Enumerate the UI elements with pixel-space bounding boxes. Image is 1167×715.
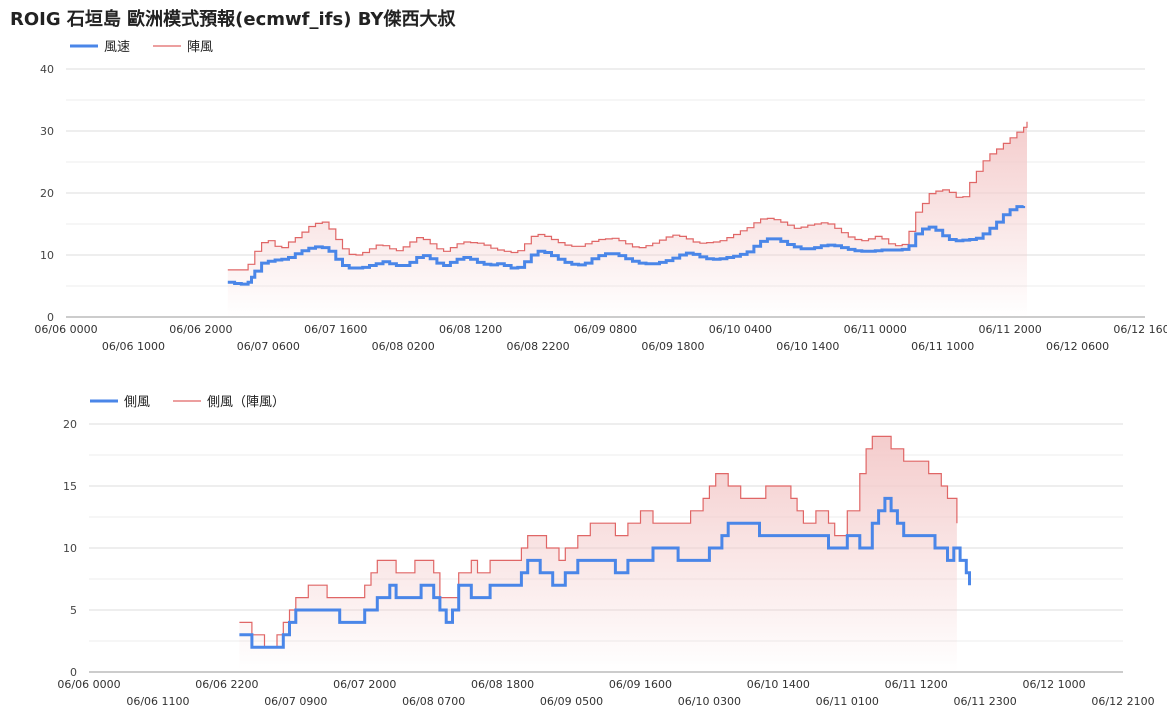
x-tick-label: 06/09 1800 bbox=[641, 340, 704, 353]
x-tick-label: 06/12 1600 bbox=[1113, 323, 1167, 336]
y-tick-label: 5 bbox=[70, 604, 77, 617]
x-tick-label: 06/09 1600 bbox=[609, 678, 672, 691]
x-tick-label: 06/06 1000 bbox=[102, 340, 165, 353]
legend-label: 側風（陣風） bbox=[207, 395, 285, 410]
x-tick-label: 06/08 1200 bbox=[439, 323, 502, 336]
x-tick-label: 06/10 1400 bbox=[747, 678, 810, 691]
x-tick-label: 06/12 0600 bbox=[1046, 340, 1109, 353]
gust-area bbox=[227, 121, 1028, 317]
x-tick-label: 06/11 0100 bbox=[816, 695, 879, 708]
wind-speed-chart: 風速 陣風01020304006/06 000006/06 100006/06 2… bbox=[34, 40, 1167, 353]
legend-item-gust[interactable]: 側風（陣風） bbox=[173, 395, 285, 410]
legend-item-gust[interactable]: 陣風 bbox=[153, 40, 213, 55]
x-tick-label: 06/08 2200 bbox=[506, 340, 569, 353]
x-tick-label: 06/12 1000 bbox=[1022, 678, 1085, 691]
x-tick-label: 06/08 0700 bbox=[402, 695, 465, 708]
x-tick-label: 06/09 0800 bbox=[574, 323, 637, 336]
legend-label: 陣風 bbox=[187, 40, 213, 55]
x-tick-label: 06/11 2000 bbox=[979, 323, 1042, 336]
y-tick-label: 15 bbox=[63, 480, 77, 493]
x-tick-label: 06/06 1100 bbox=[126, 695, 189, 708]
legend-label: 風速 bbox=[104, 40, 130, 55]
legend-item-primary[interactable]: 風速 bbox=[70, 40, 130, 55]
x-tick-label: 06/11 1200 bbox=[885, 678, 948, 691]
x-tick-label: 06/07 0600 bbox=[237, 340, 300, 353]
y-tick-label: 40 bbox=[40, 63, 54, 76]
gust-area bbox=[239, 436, 957, 672]
x-tick-label: 06/07 0900 bbox=[264, 695, 327, 708]
x-tick-label: 06/09 0500 bbox=[540, 695, 603, 708]
crosswind-chart: 側風 側風（陣風）0510152006/06 000006/06 110006/0… bbox=[57, 395, 1154, 708]
x-tick-label: 06/11 0000 bbox=[844, 323, 907, 336]
x-tick-label: 06/06 0000 bbox=[57, 678, 120, 691]
x-tick-label: 06/12 2100 bbox=[1091, 695, 1154, 708]
x-tick-label: 06/10 0300 bbox=[678, 695, 741, 708]
y-tick-label: 20 bbox=[63, 418, 77, 431]
x-tick-label: 06/06 0000 bbox=[34, 323, 97, 336]
y-tick-label: 20 bbox=[40, 187, 54, 200]
x-tick-label: 06/07 1600 bbox=[304, 323, 367, 336]
x-tick-label: 06/11 2300 bbox=[954, 695, 1017, 708]
y-tick-label: 30 bbox=[40, 125, 54, 138]
legend-item-primary[interactable]: 側風 bbox=[90, 395, 150, 410]
y-tick-label: 10 bbox=[63, 542, 77, 555]
y-tick-label: 10 bbox=[40, 249, 54, 262]
legend: 側風 側風（陣風） bbox=[90, 395, 285, 410]
x-tick-label: 06/10 1400 bbox=[776, 340, 839, 353]
x-tick-label: 06/07 2000 bbox=[333, 678, 396, 691]
x-tick-label: 06/06 2200 bbox=[195, 678, 258, 691]
x-tick-label: 06/10 0400 bbox=[709, 323, 772, 336]
x-tick-label: 06/11 1000 bbox=[911, 340, 974, 353]
x-tick-label: 06/06 2000 bbox=[169, 323, 232, 336]
legend: 風速 陣風 bbox=[70, 40, 213, 55]
x-tick-label: 06/08 0200 bbox=[372, 340, 435, 353]
legend-label: 側風 bbox=[124, 395, 150, 410]
x-tick-label: 06/08 1800 bbox=[471, 678, 534, 691]
